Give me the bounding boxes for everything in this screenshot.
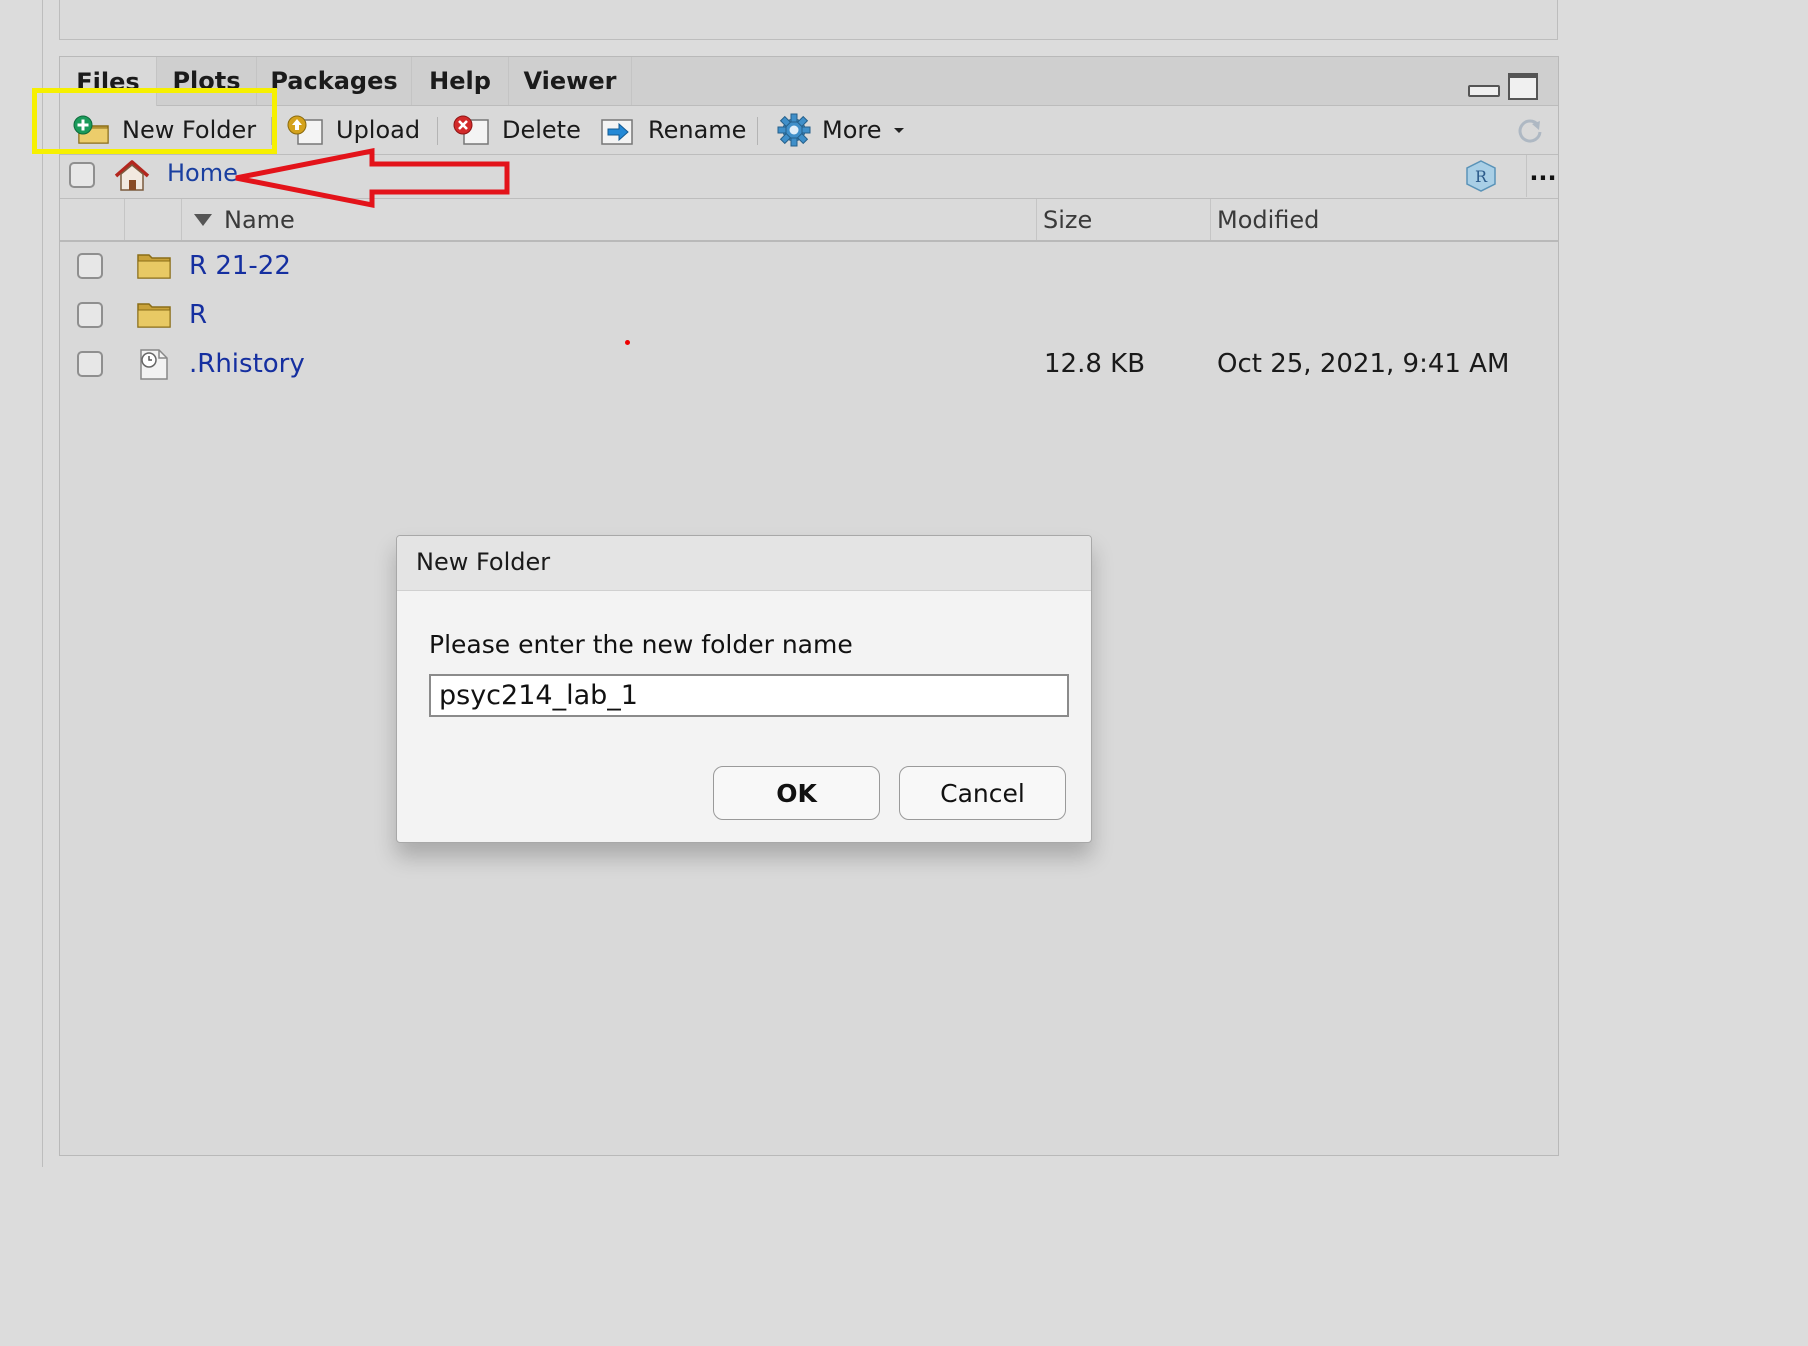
upload-label: Upload <box>336 116 421 144</box>
delete-icon <box>453 115 489 145</box>
file-modified: Oct 25, 2021, 9:41 AM <box>1217 349 1510 379</box>
cancel-button[interactable]: Cancel <box>899 766 1066 820</box>
history-file-icon <box>140 349 168 380</box>
toolbar-divider <box>757 117 758 145</box>
new-folder-icon <box>73 115 109 144</box>
select-all-checkbox[interactable] <box>69 162 95 188</box>
header-modified-label: Modified <box>1217 205 1320 234</box>
row-checkbox[interactable] <box>77 351 103 377</box>
left-pane-edge <box>0 0 43 1167</box>
header-name-col[interactable]: Name <box>181 199 1036 240</box>
header-checkbox-col <box>60 199 124 240</box>
file-name-link[interactable]: R 21-22 <box>189 251 291 281</box>
maximize-pane-icon[interactable] <box>1508 73 1538 100</box>
header-size-col[interactable]: Size <box>1036 199 1210 240</box>
table-row[interactable]: R 21-22 <box>60 243 1558 291</box>
new-folder-dialog: New Folder Please enter the new folder n… <box>396 535 1092 843</box>
dialog-title: New Folder <box>416 548 551 576</box>
upper-pane <box>59 0 1558 40</box>
table-row[interactable]: .Rhistory 12.8 KB Oct 25, 2021, 9:41 AM <box>60 341 1558 389</box>
table-row[interactable]: R <box>60 292 1558 340</box>
row-checkbox[interactable] <box>77 302 103 328</box>
tab-help[interactable]: Help <box>412 57 509 105</box>
gear-icon <box>777 113 811 147</box>
files-toolbar: New Folder Upload Delete Rename More <box>60 106 1558 155</box>
delete-label: Delete <box>502 116 581 144</box>
header-icon-col <box>124 199 181 240</box>
file-list-header: Name Size Modified <box>60 199 1558 242</box>
toolbar-divider <box>271 117 272 145</box>
r-project-icon[interactable]: R <box>1464 159 1498 193</box>
upload-icon <box>287 115 323 145</box>
file-name-link[interactable]: R <box>189 300 207 330</box>
folder-icon <box>137 303 171 328</box>
file-size: 12.8 KB <box>1044 349 1146 379</box>
minimize-pane-icon[interactable] <box>1468 85 1500 97</box>
delete-button[interactable]: Delete <box>452 106 581 154</box>
rename-icon <box>601 119 633 145</box>
refresh-icon[interactable] <box>1516 116 1544 144</box>
pane-tab-bar: Files Plots Packages Help Viewer <box>60 57 1558 107</box>
sort-descending-icon <box>194 213 212 226</box>
tab-files[interactable]: Files <box>60 57 157 107</box>
more-button[interactable]: More <box>776 106 906 154</box>
header-modified-col[interactable]: Modified <box>1210 199 1558 240</box>
tab-viewer[interactable]: Viewer <box>509 57 632 105</box>
tab-packages[interactable]: Packages <box>257 57 412 105</box>
new-folder-button[interactable]: New Folder <box>72 106 256 154</box>
caret-down-icon <box>893 128 904 133</box>
dialog-prompt: Please enter the new folder name <box>429 630 853 659</box>
toolbar-divider <box>437 117 438 145</box>
red-dot-mark <box>625 340 630 345</box>
more-label: More <box>822 116 882 144</box>
ok-button[interactable]: OK <box>713 766 880 820</box>
home-icon[interactable] <box>112 159 152 193</box>
breadcrumb: Home R ... <box>60 155 1558 199</box>
folder-name-input[interactable] <box>429 674 1069 717</box>
dialog-title-bar: New Folder <box>397 536 1091 591</box>
header-size-label: Size <box>1043 205 1093 234</box>
tab-plots[interactable]: Plots <box>157 57 257 105</box>
breadcrumb-home-link[interactable]: Home <box>167 159 238 187</box>
header-name-label: Name <box>224 205 295 234</box>
rename-label: Rename <box>648 116 747 144</box>
svg-text:R: R <box>1475 167 1488 186</box>
rename-button[interactable]: Rename <box>598 106 746 154</box>
file-name-link[interactable]: .Rhistory <box>189 349 305 379</box>
row-checkbox[interactable] <box>77 253 103 279</box>
more-options-button[interactable]: ... <box>1526 155 1559 197</box>
folder-icon <box>137 254 171 279</box>
new-folder-label: New Folder <box>122 116 257 144</box>
upload-button[interactable]: Upload <box>286 106 420 154</box>
